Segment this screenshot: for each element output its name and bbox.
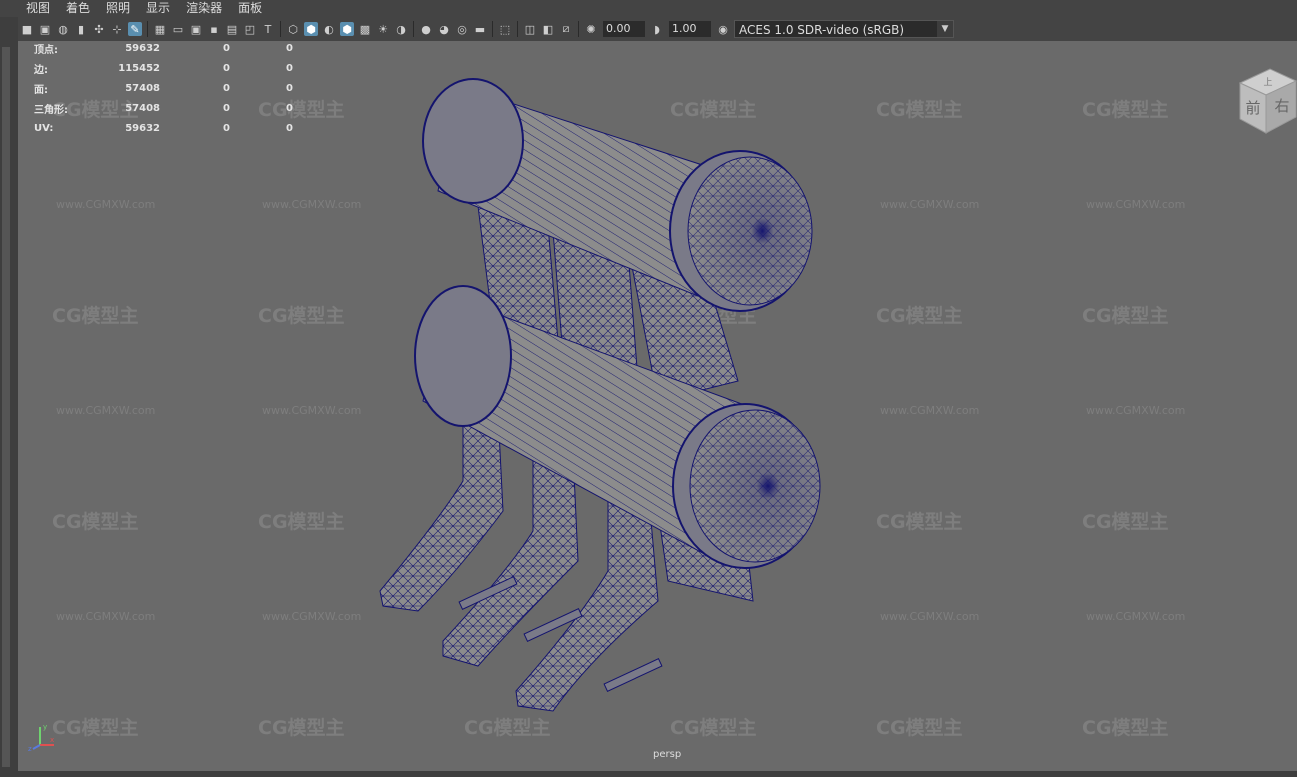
hud-row-triangles: 三角形: 57408 0 0 (34, 98, 293, 118)
hud-label: UV: (34, 122, 54, 134)
axis-gizmo: y x z (28, 723, 54, 751)
hud-value: 0 (286, 42, 293, 54)
viewport[interactable]: CG模型主 CG模型主 CG模型主 CG模型主 CG模型主 www.CGMXW.… (18, 41, 1297, 771)
wireframe-model[interactable] (18, 41, 1297, 771)
hud-value: 115452 (118, 62, 160, 74)
menu-shading[interactable]: 着色 (66, 0, 90, 17)
viewport-toolbar: ■ ▣ ◍ ▮ ✣ ⊹ ✎ ▦ ▭ ▣ ▪ ▤ ◰ T ⬡ ⬢ ◐ ⬢ ▩ ☀ … (18, 17, 1297, 41)
axis-z-label: z (28, 745, 32, 751)
viewcube-right-label: 右 (1274, 97, 1289, 115)
color-management-icon[interactable]: ◉ (716, 22, 730, 36)
film-gate-icon[interactable]: ▭ (171, 22, 185, 36)
toolbar-divider (413, 21, 414, 37)
bottom-strip (0, 771, 1297, 777)
gate-mask-icon[interactable]: ▪ (207, 22, 221, 36)
bookmark-icon[interactable]: ◍ (56, 22, 70, 36)
gamma-icon[interactable]: ◗ (650, 22, 664, 36)
xray-active-icon[interactable]: ⧄ (559, 22, 573, 36)
hud-row-uvs: UV: 59632 0 0 (34, 118, 293, 138)
hud-value: 0 (286, 62, 293, 74)
antialiasing-icon[interactable]: ◎ (455, 22, 469, 36)
toolbar-divider (492, 21, 493, 37)
menu-panels[interactable]: 面板 (238, 0, 262, 17)
grease-pencil-icon[interactable]: ✎ (128, 22, 142, 36)
shadow-icon[interactable]: ◑ (394, 22, 408, 36)
toolbar-divider (517, 21, 518, 37)
motion-blur-icon[interactable]: ◕ (437, 22, 451, 36)
hud-row-vertices: 顶点: 59632 0 0 (34, 41, 293, 58)
menu-bar: 视图 着色 照明 显示 渲染器 面板 (0, 0, 1297, 17)
field-chart-icon[interactable]: ▤ (225, 22, 239, 36)
light-icon[interactable]: ☀ (376, 22, 390, 36)
viewcube-front-label: 前 (1245, 99, 1260, 117)
image-plane-icon[interactable]: ▮ (74, 22, 88, 36)
exposure-field[interactable]: 0.00 (603, 21, 645, 37)
poly-count-hud: 顶点: 59632 0 0 边: 115452 0 0 面: 57408 0 0… (34, 41, 293, 138)
wireframe-on-shaded-icon[interactable]: ◐ (322, 22, 336, 36)
hud-label: 顶点: (34, 44, 58, 56)
safe-title-icon[interactable]: T (261, 22, 275, 36)
hud-value: 0 (286, 102, 293, 114)
isolate-icon[interactable]: ⬚ (498, 22, 512, 36)
hud-value: 0 (223, 82, 230, 94)
textured-icon[interactable]: ⬢ (340, 22, 354, 36)
hud-value: 57408 (125, 102, 160, 114)
exposure-icon[interactable]: ✺ (584, 22, 598, 36)
checker-icon[interactable]: ▩ (358, 22, 372, 36)
axis-x-label: x (50, 736, 54, 744)
depth-of-field-icon[interactable]: ▬ (473, 22, 487, 36)
hud-label: 三角形: (34, 104, 68, 116)
hud-label: 面: (34, 84, 48, 96)
toolbar-divider (280, 21, 281, 37)
menu-view[interactable]: 视图 (26, 0, 50, 17)
hud-value: 0 (223, 122, 230, 134)
scrollbar[interactable] (2, 47, 10, 767)
ambient-occlusion-icon[interactable]: ● (419, 22, 433, 36)
hud-value: 0 (223, 62, 230, 74)
hud-value: 57408 (125, 82, 160, 94)
resolution-gate-icon[interactable]: ▣ (189, 22, 203, 36)
toolbar-divider (147, 21, 148, 37)
hud-value: 0 (286, 122, 293, 134)
left-strip (0, 17, 18, 777)
menu-lighting[interactable]: 照明 (106, 0, 130, 17)
viewcube-top-label: 上 (1263, 77, 1272, 88)
hud-value: 59632 (125, 42, 160, 54)
menu-show[interactable]: 显示 (146, 0, 170, 17)
hud-value: 59632 (125, 122, 160, 134)
wireframe-icon[interactable]: ⬡ (286, 22, 300, 36)
gamma-field[interactable]: 1.00 (669, 21, 711, 37)
view-cube[interactable]: 上 前 右 (1236, 65, 1297, 135)
shaded-icon[interactable]: ⬢ (304, 22, 318, 36)
axis-y-label: y (43, 723, 47, 731)
hud-value: 0 (223, 42, 230, 54)
hud-label: 边: (34, 64, 48, 76)
colorspace-value: ACES 1.0 SDR-video (sRGB) (739, 23, 905, 37)
xray-joints-icon[interactable]: ◧ (541, 22, 555, 36)
chevron-down-icon: ▼ (937, 21, 953, 37)
menu-renderer[interactable]: 渲染器 (186, 0, 222, 17)
toolbar-divider (578, 21, 579, 37)
hud-value: 0 (223, 102, 230, 114)
safe-action-icon[interactable]: ◰ (243, 22, 257, 36)
hud-row-edges: 边: 115452 0 0 (34, 58, 293, 78)
xray-icon[interactable]: ◫ (523, 22, 537, 36)
camera-label: persp (653, 749, 682, 760)
colorspace-dropdown[interactable]: ACES 1.0 SDR-video (sRGB) ▼ (734, 20, 954, 38)
hud-value: 0 (286, 82, 293, 94)
grid-icon[interactable]: ▦ (153, 22, 167, 36)
camera-attr-icon[interactable]: ▣ (38, 22, 52, 36)
move-camera-icon[interactable]: ✣ (92, 22, 106, 36)
hud-row-faces: 面: 57408 0 0 (34, 78, 293, 98)
pan-zoom-icon[interactable]: ⊹ (110, 22, 124, 36)
camera-icon[interactable]: ■ (20, 22, 34, 36)
